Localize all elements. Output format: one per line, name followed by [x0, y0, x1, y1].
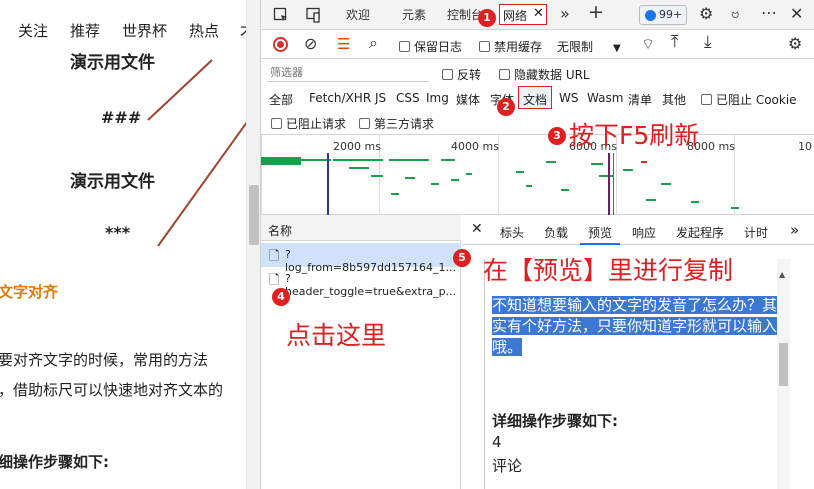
filter-input[interactable] [267, 63, 429, 82]
devtools-panel: 欢迎 元素 控制台 网络 ✕ » + 99+ ⚙ ဗ ⋯ ✕ ⊘ ☰ ⌕ 保留日… [260, 0, 814, 489]
preview-comment: 评论 [492, 457, 523, 475]
issues-counter[interactable]: 99+ [639, 5, 687, 25]
close-devtools-icon[interactable]: ✕ [790, 6, 803, 22]
tab-headers[interactable]: 标头 [500, 224, 524, 241]
preview-count: 4 [492, 433, 502, 451]
tab-timing[interactable]: 计时 [744, 224, 768, 241]
disable-cache-checkbox[interactable]: 禁用缓存 [479, 38, 542, 55]
page-scrollbar[interactable] [246, 0, 260, 489]
tab-payload[interactable]: 负载 [544, 224, 568, 241]
detail-tabs: ✕ 标头 负载 预览 响应 发起程序 计时 » [462, 215, 814, 245]
blocked-cookie-checkbox[interactable]: 已阻止 Cookie [701, 91, 797, 108]
network-toolbar: ⊘ ☰ ⌕ 保留日志 禁用缓存 无限制 ▼ ⌔ ⤒ ⤓ ⚙ [261, 30, 814, 59]
add-tab-icon[interactable]: + [588, 3, 604, 22]
tab-welcome[interactable]: 欢迎 [346, 6, 370, 23]
third-party-checkbox[interactable]: 第三方请求 [359, 115, 434, 132]
type-filter-row: 全部 Fetch/XHR JS CSS Img 媒体 字体 文档 WS Wasm… [261, 85, 814, 111]
timeline-overview[interactable]: 2000 ms 4000 ms 6000 ms 8000 ms 10 [261, 135, 814, 215]
annotation-copy-in-preview: 在【预览】里进行复制 [483, 256, 734, 285]
type-filter-media[interactable]: 媒体 [456, 91, 480, 108]
timeline-tick-2: 4000 ms [451, 140, 499, 153]
device-toolbar-icon[interactable] [305, 7, 321, 26]
page-scrollbar-thumb[interactable] [249, 185, 259, 245]
type-filter-js[interactable]: JS [375, 91, 386, 105]
devtools-tab-bar: 欢迎 元素 控制台 网络 ✕ » + 99+ ⚙ ဗ ⋯ ✕ [261, 0, 814, 30]
filter-icon[interactable]: ☰ [337, 36, 350, 52]
step-badge-1: 1 [478, 9, 496, 27]
paragraph-line-1: 要对齐文字的时候，常用的方法 [0, 351, 209, 369]
preview-frame: 不知道想要输入的文字的发音了怎么办？其实有个好方法，只要你知道字形就可以输入哦。… [484, 259, 790, 489]
step-badge-4: 4 [272, 288, 290, 306]
type-filter-wasm[interactable]: Wasm [587, 91, 623, 105]
user-icon[interactable]: ဗ [731, 6, 739, 22]
type-filter-css[interactable]: CSS [396, 91, 420, 105]
request-list: 名称 🗋 ?log_from=8b597dd157164_1... 🗋 ?hea… [261, 215, 461, 489]
preview-steps-title: 详细操作步骤如下: [492, 412, 618, 430]
step-badge-3: 3 [548, 127, 566, 145]
close-detail-icon[interactable]: ✕ [471, 221, 483, 237]
diagonal-lines [147, 59, 247, 247]
preserve-log-checkbox[interactable]: 保留日志 [399, 38, 462, 55]
waterfall-bars [261, 153, 739, 215]
hide-data-urls-checkbox[interactable]: 隐藏数据 URL [499, 66, 590, 83]
steps-title: 细操作步骤如下: [0, 453, 109, 471]
request-row-1[interactable]: 🗋 ?log_from=8b597dd157164_1... [261, 243, 461, 274]
tab-initiator[interactable]: 发起程序 [676, 224, 724, 241]
message-icon [645, 10, 656, 21]
issues-count: 99+ [659, 8, 683, 21]
article-page: 关注 推荐 世界杯 热点 才 演示用文件 ### 演示用文件 *** 文字对齐 … [0, 0, 247, 489]
timeline-tick-1: 2000 ms [333, 140, 381, 153]
highlighted-text[interactable]: 不知道想要输入的文字的发音了怎么办？其实有个好方法，只要你知道字形就可以输入哦。 [492, 295, 784, 358]
type-filter-other[interactable]: 其他 [662, 91, 686, 108]
annotation-click-here: 点击这里 [286, 321, 387, 350]
upload-icon[interactable]: ⤒ [671, 34, 679, 51]
tab-network[interactable]: 网络 ✕ [499, 4, 547, 25]
clear-icon[interactable]: ⊘ [304, 36, 317, 52]
tab-network-label: 网络 [503, 9, 528, 23]
search-icon[interactable]: ⌕ [369, 35, 378, 51]
tab-response[interactable]: 响应 [632, 224, 656, 241]
paragraph-line-2: ，借助标尺可以快速地对齐文本的 [0, 381, 224, 399]
type-filter-ws[interactable]: WS [559, 91, 578, 105]
tab-elements[interactable]: 元素 [402, 6, 426, 23]
more-tabs-icon[interactable]: » [560, 6, 570, 22]
more-detail-tabs-icon[interactable]: » [790, 221, 799, 239]
step-badge-5: 5 [453, 249, 471, 267]
request-row-2[interactable]: 🗋 ?header_toggle=true&extra_p... [261, 267, 461, 298]
type-filter-document[interactable]: 文档 [518, 86, 552, 109]
section-title: 文字对齐 [0, 283, 59, 301]
scroll-up-icon[interactable]: ▲ [779, 270, 785, 279]
invert-checkbox[interactable]: 反转 [442, 66, 481, 83]
type-filter-fetch-xhr[interactable]: Fetch/XHR [309, 91, 371, 105]
preview-scrollbar-thumb[interactable] [779, 343, 788, 386]
request-name: ?header_toggle=true&extra_p... [285, 272, 457, 298]
type-filter-img[interactable]: Img [426, 91, 449, 105]
close-icon[interactable]: ✕ [533, 6, 544, 21]
type-filter-manifest[interactable]: 清单 [628, 91, 652, 108]
name-column-header[interactable]: 名称 [261, 215, 461, 241]
annotation-press-f5: 按下F5刷新 [569, 121, 700, 150]
download-icon[interactable]: ⤓ [704, 34, 712, 51]
filter-row: 反转 隐藏数据 URL [261, 59, 814, 85]
more-options-icon[interactable]: ⋯ [761, 5, 777, 21]
throttle-select[interactable]: 无限制 ▼ [557, 38, 621, 55]
record-icon[interactable] [273, 37, 288, 52]
preview-scrollbar[interactable]: ▲ [777, 259, 790, 489]
blocked-requests-checkbox[interactable]: 已阻止请求 [271, 115, 346, 132]
network-settings-gear-icon[interactable]: ⚙ [788, 36, 802, 52]
document-icon: 🗋 [269, 249, 280, 264]
type-filter-all[interactable]: 全部 [269, 91, 293, 108]
network-conditions-icon[interactable]: ⌔ [641, 36, 655, 52]
step-badge-2: 2 [497, 98, 515, 116]
settings-gear-icon[interactable]: ⚙ [699, 6, 713, 22]
timeline-tick-5: 10 [798, 140, 812, 153]
tab-preview[interactable]: 预览 [580, 215, 620, 245]
inspect-icon[interactable] [273, 7, 289, 26]
blocked-row: 已阻止请求 第三方请求 [261, 111, 814, 135]
